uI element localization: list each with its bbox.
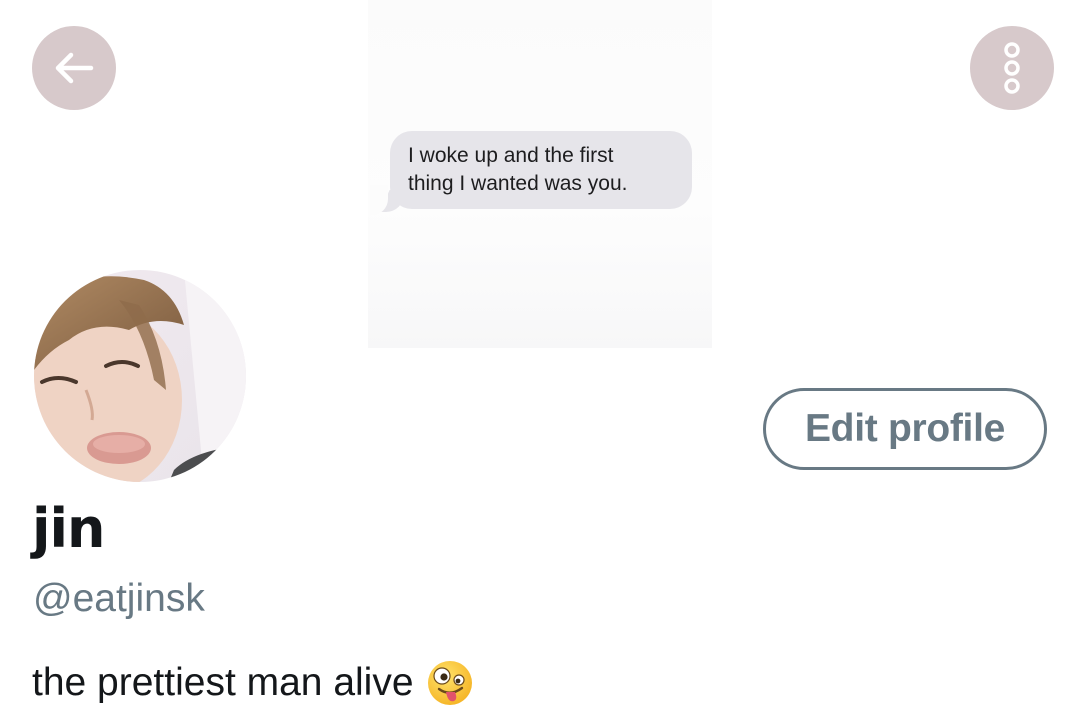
message-line-2: thing I wanted was you. — [408, 172, 628, 195]
more-vertical-icon — [1004, 42, 1020, 94]
message-bubble: I woke up and the first thing I wanted w… — [390, 131, 692, 209]
avatar[interactable] — [34, 270, 246, 482]
profile-bio: the prettiest man alive — [32, 656, 474, 710]
display-name: jin — [32, 497, 105, 560]
message-line-1: I woke up and the first — [408, 144, 614, 167]
username-handle: @eatjinsk — [33, 577, 205, 620]
arrow-left-icon — [55, 52, 94, 84]
edit-profile-button[interactable]: Edit profile — [763, 388, 1047, 470]
back-button[interactable] — [32, 26, 116, 110]
zany-face-emoji-icon — [427, 661, 472, 705]
avatar-photo — [34, 270, 246, 482]
bio-text: the prettiest man alive — [32, 661, 414, 704]
more-options-button[interactable] — [970, 26, 1054, 110]
